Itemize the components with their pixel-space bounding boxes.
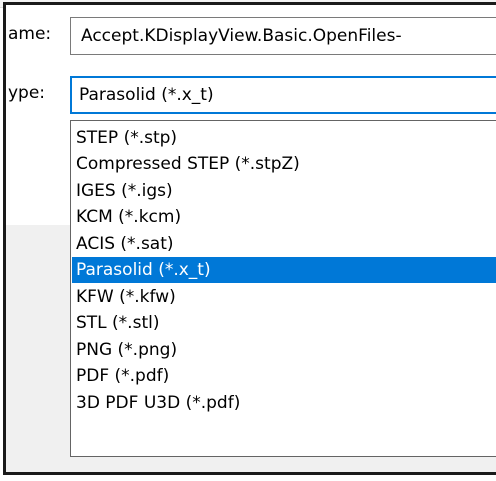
screenshot-frame: [3, 2, 496, 475]
